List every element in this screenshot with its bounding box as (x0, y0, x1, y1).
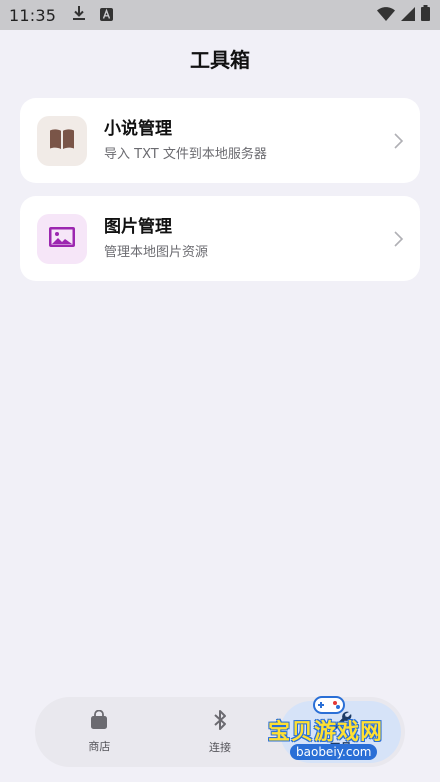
signal-icon (401, 6, 415, 25)
page-title: 工具箱 (190, 48, 250, 72)
image-card-title: 图片管理 (104, 216, 172, 237)
novel-management-card[interactable]: 小说管理 导入 TXT 文件到本地服务器 (20, 98, 420, 183)
book-icon (49, 128, 75, 154)
battery-icon (421, 5, 430, 25)
nav-item-store[interactable]: 商店 (39, 701, 160, 763)
nav-label-connect: 连接 (209, 741, 231, 754)
a-badge-icon (100, 6, 114, 25)
bottom-strip (0, 776, 440, 782)
novel-card-title: 小说管理 (104, 118, 172, 139)
nav-label-tools: 工具 (329, 741, 352, 754)
shopping-bag-icon (89, 709, 109, 734)
status-time: 11:35 (9, 5, 57, 25)
novel-icon-tile (37, 115, 87, 166)
bluetooth-icon (213, 709, 227, 735)
bottom-nav: 商店 连接 工具 (35, 697, 405, 767)
status-bar: 11:35 (0, 0, 440, 30)
wrench-icon (330, 709, 352, 735)
chevron-right-icon (391, 131, 405, 151)
image-card-subtitle: 管理本地图片资源 (104, 244, 209, 260)
nav-item-connect[interactable]: 连接 (160, 701, 281, 763)
image-management-card[interactable]: 图片管理 管理本地图片资源 (20, 196, 420, 281)
nav-item-tools[interactable]: 工具 (280, 701, 402, 763)
novel-card-subtitle: 导入 TXT 文件到本地服务器 (104, 146, 267, 162)
download-icon (72, 5, 86, 25)
chevron-right-icon (391, 229, 405, 249)
wifi-icon (377, 6, 395, 25)
image-icon (48, 226, 76, 252)
nav-label-store: 商店 (88, 740, 111, 753)
image-icon-tile (37, 213, 87, 264)
